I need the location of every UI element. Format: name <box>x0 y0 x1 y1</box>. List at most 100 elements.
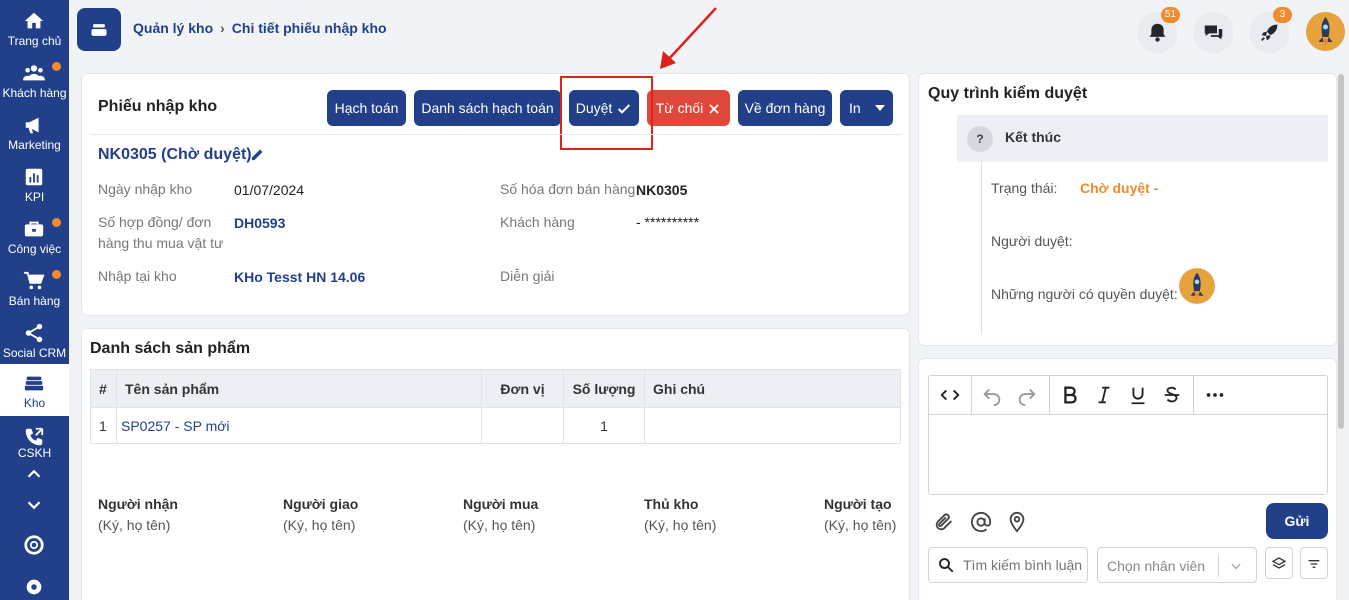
support-icon[interactable] <box>23 534 45 556</box>
sidebar-item-kpi[interactable]: KPI <box>0 160 69 212</box>
approver-label: Người duyệt: <box>991 233 1073 249</box>
scrollbar-thumb[interactable] <box>1338 74 1344 429</box>
bold-icon[interactable] <box>1059 384 1081 406</box>
field-value-contract[interactable]: DH0593 <box>234 215 285 231</box>
product-name-link[interactable]: SP0257 - SP mới <box>116 407 482 444</box>
send-button[interactable]: Gửi <box>1266 503 1328 539</box>
attachment-icon[interactable] <box>933 511 955 533</box>
column-header: Đơn vị <box>481 369 564 408</box>
comment-search[interactable] <box>928 547 1088 583</box>
strikethrough-icon[interactable] <box>1161 384 1183 406</box>
cart-icon <box>23 271 45 290</box>
chat-button[interactable] <box>1193 12 1234 53</box>
chart-icon <box>25 168 43 186</box>
comment-editor[interactable] <box>928 375 1328 495</box>
field-label-customer: Khách hàng <box>500 214 575 230</box>
sidebar-item-home[interactable]: Trang chủ <box>0 4 69 56</box>
receipt-title: Phiếu nhập kho <box>98 98 218 115</box>
products-title: Danh sách sản phẩm <box>90 340 251 357</box>
row-number: 1 <box>90 407 117 444</box>
sidebar-item-social-crm[interactable]: Social CRM <box>0 316 69 368</box>
sidebar-item-sales[interactable]: Bán hàng <box>0 264 69 316</box>
print-dropdown-button[interactable]: In <box>840 90 893 126</box>
breadcrumb-item-warehouse[interactable]: Quản lý kho <box>133 20 213 36</box>
comment-search-input[interactable] <box>963 555 1085 575</box>
reject-button[interactable]: Từ chối <box>647 90 730 126</box>
select-divider <box>1218 555 1219 577</box>
divider <box>90 134 902 135</box>
approval-title: Quy trình kiểm duyệt <box>928 85 1088 102</box>
avatar[interactable] <box>1306 12 1345 51</box>
back-to-order-button[interactable]: Về đơn hàng <box>738 90 832 126</box>
signature-storekeeper: Thủ kho (Ký, họ tên) <box>644 496 717 533</box>
warehouse-icon <box>91 24 107 36</box>
notifications-button[interactable]: 51 <box>1137 7 1180 53</box>
filter-button[interactable] <box>1300 547 1328 579</box>
briefcase-icon <box>24 221 44 237</box>
employee-select[interactable]: Chọn nhân viên <box>1097 547 1257 583</box>
location-icon[interactable] <box>1006 511 1028 533</box>
users-icon <box>23 65 45 81</box>
code-icon[interactable] <box>939 384 961 406</box>
toolbar-divider <box>1049 376 1050 415</box>
editor-toolbar <box>929 376 1327 415</box>
chevron-down-icon <box>1231 563 1241 570</box>
rocket-avatar-icon <box>1179 268 1215 304</box>
megaphone-icon <box>25 117 39 134</box>
redo-icon[interactable] <box>1016 384 1038 406</box>
field-value-date: 01/07/2024 <box>234 182 305 198</box>
field-label-contract: Số hợp đồng/ đơn hàng thu mua vật tư <box>98 214 224 251</box>
rocket-avatar-icon <box>1306 12 1345 51</box>
filter-icon <box>1308 560 1320 568</box>
rocket-count-badge: 3 <box>1273 7 1292 23</box>
sidebar-item-marketing[interactable]: Marketing <box>0 108 69 160</box>
underline-icon[interactable] <box>1127 384 1149 406</box>
field-label-invoice: Số hóa đơn bán hàng <box>500 181 636 197</box>
field-value-warehouse[interactable]: KHo Tesst HN 14.06 <box>234 269 365 285</box>
chat-icon <box>1204 25 1223 40</box>
layers-button[interactable] <box>1265 547 1293 579</box>
quantity-cell: 1 <box>563 407 645 444</box>
approver-avatar[interactable] <box>1179 268 1215 304</box>
edit-icon[interactable] <box>250 147 265 162</box>
field-label-date: Ngày nhập kho <box>98 181 193 197</box>
accounting-list-button[interactable]: Danh sách hạch toán <box>414 90 561 126</box>
bell-icon <box>1149 23 1166 42</box>
scrollbar[interactable] <box>1337 72 1345 600</box>
mention-icon[interactable] <box>970 511 992 533</box>
accounting-button[interactable]: Hạch toán <box>327 90 406 126</box>
close-icon <box>709 104 719 114</box>
highlight-box <box>560 76 653 150</box>
toolbar-divider <box>971 376 972 415</box>
column-header: Ghi chú <box>644 369 901 408</box>
status-value: Chờ duyệt - <box>1080 180 1159 196</box>
breadcrumb-item-current: Chi tiết phiếu nhập kho <box>231 20 387 36</box>
note-cell <box>644 407 901 444</box>
undo-icon[interactable] <box>981 384 1003 406</box>
breadcrumb: Quản lý kho › Chi tiết phiếu nhập kho <box>133 20 387 36</box>
sidebar-item-warehouse[interactable]: Kho <box>0 364 69 416</box>
field-value-customer: - ********** <box>636 214 700 230</box>
chevron-up-icon[interactable] <box>23 463 45 485</box>
notification-dot <box>52 270 61 279</box>
column-header: # <box>90 369 117 408</box>
notification-dot <box>52 62 61 71</box>
italic-icon[interactable] <box>1093 384 1115 406</box>
approval-step-label: Kết thúc <box>1005 129 1061 145</box>
sidebar-item-tasks[interactable]: Công việc <box>0 212 69 264</box>
warehouse-icon <box>24 376 44 391</box>
chevron-down-icon[interactable] <box>23 494 45 516</box>
signature-buyer: Người mua (Ký, họ tên) <box>463 496 539 533</box>
toolbar-divider <box>1193 376 1194 415</box>
more-icon[interactable] <box>1204 384 1226 406</box>
rocket-button[interactable]: 3 <box>1249 7 1292 53</box>
module-icon-button[interactable] <box>77 8 121 51</box>
notification-dot <box>52 218 61 227</box>
phone-icon <box>25 427 44 446</box>
chevron-right-icon: › <box>220 20 225 36</box>
sidebar-item-customers[interactable]: Khách hàng <box>0 56 69 108</box>
notification-count-badge: 51 <box>1160 7 1180 23</box>
column-header: Số lượng <box>563 369 645 408</box>
timeline-line <box>981 162 982 334</box>
settings-icon[interactable] <box>23 576 45 598</box>
